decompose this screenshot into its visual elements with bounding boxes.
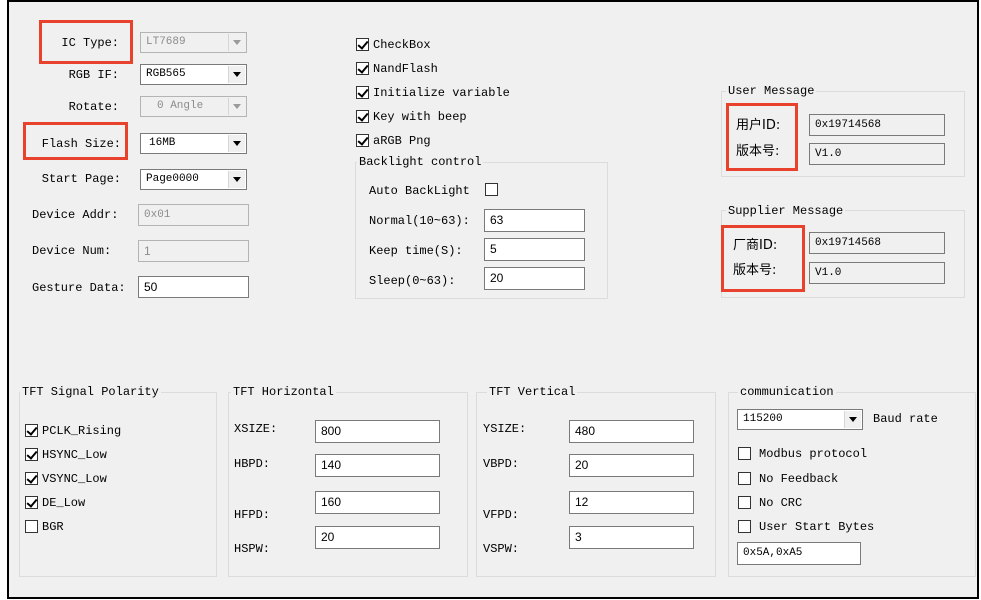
user-version-field[interactable]: V1.0 xyxy=(809,143,945,165)
vbpd-field[interactable]: 20 xyxy=(569,454,694,477)
rotate-label: Rotate: xyxy=(68,100,119,114)
tft-polarity-title: TFT Signal Polarity xyxy=(20,385,161,399)
de-low-label: DE_Low xyxy=(42,496,86,510)
argb-png-label: aRGB Png xyxy=(373,134,431,148)
vsync-low-checkbox[interactable] xyxy=(25,472,38,485)
no-feedback-checkbox[interactable] xyxy=(738,472,751,485)
ic-type-value: LT7689 xyxy=(146,36,186,48)
vfpd-label: VFPD: xyxy=(483,508,520,522)
supplier-version-field[interactable]: V1.0 xyxy=(809,262,945,284)
pclk-rising-label: PCLK_Rising xyxy=(42,424,122,438)
de-low-checkbox[interactable] xyxy=(25,496,38,509)
start-page-select[interactable]: Page0000 xyxy=(140,169,247,190)
no-crc-label: No CRC xyxy=(759,496,803,510)
hspw-label: HSPW: xyxy=(234,542,271,556)
rgb-if-label: RGB IF: xyxy=(68,68,119,82)
rotate-select[interactable]: 0 Angle xyxy=(140,96,247,117)
bgr-checkbox[interactable] xyxy=(25,520,38,533)
start-page-value: Page0000 xyxy=(146,173,199,185)
hfpd-field[interactable]: 160 xyxy=(315,491,440,514)
gesture-data-field[interactable]: 50 xyxy=(138,276,249,298)
rotate-value: 0 Angle xyxy=(157,100,204,112)
highlight-user-id xyxy=(726,103,798,171)
vsync-low-label: VSYNC_Low xyxy=(42,472,107,486)
modbus-checkbox[interactable] xyxy=(738,447,751,460)
sleep-field[interactable]: 20 xyxy=(484,267,585,290)
baud-rate-value: 115200 xyxy=(743,413,783,425)
xsize-label: XSIZE: xyxy=(234,422,278,436)
user-id-field[interactable]: 0x19714568 xyxy=(809,114,945,136)
device-addr-field[interactable]: 0x01 xyxy=(138,204,249,226)
supplier-message-title: Supplier Message xyxy=(726,204,846,218)
gesture-data-label: Gesture Data: xyxy=(32,281,126,295)
highlight-supplier-id xyxy=(721,225,805,292)
supplier-id-field[interactable]: 0x19714568 xyxy=(809,232,945,254)
pclk-rising-checkbox[interactable] xyxy=(25,424,38,437)
key-with-beep-checkbox[interactable] xyxy=(356,110,369,123)
baud-rate-label: Baud rate xyxy=(873,412,938,426)
ic-type-select[interactable]: LT7689 xyxy=(140,32,247,53)
xsize-field[interactable]: 800 xyxy=(315,420,440,443)
initialize-variable-label: Initialize variable xyxy=(373,86,510,100)
hspw-field[interactable]: 20 xyxy=(315,526,440,549)
key-with-beep-label: Key with beep xyxy=(373,110,467,124)
rgb-if-value: RGB565 xyxy=(146,68,186,80)
chevron-down-icon xyxy=(844,411,861,428)
auto-backlight-checkbox[interactable] xyxy=(485,183,498,196)
nandflash-checkbox[interactable] xyxy=(356,62,369,75)
chevron-down-icon xyxy=(228,66,245,83)
chevron-down-icon xyxy=(228,171,245,188)
baud-rate-select[interactable]: 115200 xyxy=(737,409,863,430)
vspw-label: VSPW: xyxy=(483,542,520,556)
initialize-variable-checkbox[interactable] xyxy=(356,86,369,99)
rgb-if-select[interactable]: RGB565 xyxy=(140,64,247,85)
chevron-down-icon xyxy=(228,34,245,51)
vspw-field[interactable]: 3 xyxy=(569,526,694,549)
backlight-title: Backlight control xyxy=(357,155,484,169)
vbpd-label: VBPD: xyxy=(483,457,520,471)
settings-panel: IC Type: LT7689 RGB IF: RGB565 Rotate: 0… xyxy=(7,0,979,599)
chevron-down-icon xyxy=(228,98,245,115)
normal-label: Normal(10~63): xyxy=(369,214,470,228)
hbpd-label: HBPD: xyxy=(234,457,271,471)
communication-title: communication xyxy=(738,385,836,399)
hsync-low-checkbox[interactable] xyxy=(25,448,38,461)
hbpd-field[interactable]: 140 xyxy=(315,454,440,477)
sleep-label: Sleep(0~63): xyxy=(369,274,456,288)
keep-time-field[interactable]: 5 xyxy=(484,238,585,261)
ysize-label: YSIZE: xyxy=(483,422,527,436)
vfpd-field[interactable]: 12 xyxy=(569,491,694,514)
argb-png-checkbox[interactable] xyxy=(356,134,369,147)
start-bytes-field[interactable]: 0x5A,0xA5 xyxy=(737,542,861,565)
user-message-title: User Message xyxy=(726,84,817,98)
device-addr-label: Device Addr: xyxy=(32,208,119,222)
checkbox-label: CheckBox xyxy=(373,38,431,52)
nandflash-label: NandFlash xyxy=(373,62,438,76)
keep-time-label: Keep time(S): xyxy=(369,244,463,258)
flash-size-select[interactable]: 16MB xyxy=(140,133,247,154)
normal-field[interactable]: 63 xyxy=(484,209,585,232)
tft-vertical-title: TFT Vertical xyxy=(487,385,578,399)
no-crc-checkbox[interactable] xyxy=(738,496,751,509)
user-start-bytes-label: User Start Bytes xyxy=(759,520,875,534)
checkbox-checkbox[interactable] xyxy=(356,38,369,51)
hsync-low-label: HSYNC_Low xyxy=(42,448,107,462)
tft-horizontal-title: TFT Horizontal xyxy=(231,385,336,399)
bgr-label: BGR xyxy=(42,520,64,534)
no-feedback-label: No Feedback xyxy=(759,472,839,486)
user-start-bytes-checkbox[interactable] xyxy=(738,520,751,533)
highlight-flash-size xyxy=(23,122,128,160)
highlight-ic-type xyxy=(39,20,133,64)
auto-backlight-label: Auto BackLight xyxy=(369,184,470,198)
modbus-label: Modbus protocol xyxy=(759,447,868,461)
device-num-label: Device Num: xyxy=(32,244,112,258)
ysize-field[interactable]: 480 xyxy=(569,420,694,443)
hfpd-label: HFPD: xyxy=(234,508,271,522)
chevron-down-icon xyxy=(228,135,245,152)
device-num-field[interactable]: 1 xyxy=(138,240,249,262)
start-page-label: Start Page: xyxy=(41,172,121,186)
flash-size-value: 16MB xyxy=(149,137,176,149)
